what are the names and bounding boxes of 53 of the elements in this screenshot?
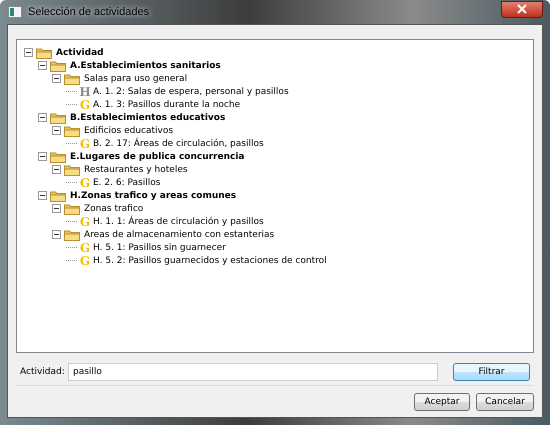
- tree-item[interactable]: B. 2. 17: Áreas de circulación, pasillos: [93, 138, 264, 148]
- folder-icon: [50, 112, 66, 124]
- badge-letter: G: [79, 138, 91, 150]
- collapse-icon[interactable]: [38, 113, 47, 122]
- tree-item[interactable]: A.Establecimientos sanitarios: [70, 60, 221, 70]
- folder-icon: [50, 150, 66, 162]
- accept-button[interactable]: Aceptar: [414, 393, 470, 411]
- folder-icon: [64, 202, 80, 214]
- folder-icon: [64, 164, 80, 176]
- badge-letter: G: [79, 176, 91, 188]
- tree-item[interactable]: Areas de almacenamiento con estanterias: [84, 230, 274, 240]
- folder-icon: [36, 46, 52, 58]
- folder-icon: [50, 60, 66, 72]
- tree-item[interactable]: H. 1. 1: Áreas de circulación y pasillos: [93, 216, 264, 226]
- collapse-icon[interactable]: [38, 61, 47, 70]
- badge-letter: G: [79, 242, 91, 254]
- collapse-icon[interactable]: [38, 191, 47, 200]
- tree-item[interactable]: A. 1. 2: Salas de espera, personal y pasillos: [93, 86, 289, 96]
- tree-item[interactable]: Salas para uso general: [84, 74, 188, 84]
- tree-item[interactable]: E. 2. 6: Pasillos: [93, 178, 160, 188]
- folder-icon: [50, 190, 66, 202]
- badge-letter: G: [79, 254, 91, 266]
- collapse-icon[interactable]: [24, 48, 33, 57]
- tree-item[interactable]: Restaurantes y hoteles: [84, 164, 188, 174]
- tree-item[interactable]: Actividad: [56, 48, 104, 58]
- close-button[interactable]: [501, 0, 543, 18]
- collapse-icon[interactable]: [52, 74, 61, 83]
- window-title: Selección de actividades: [28, 6, 150, 18]
- field-label: Actividad:: [20, 367, 66, 377]
- collapse-icon[interactable]: [52, 230, 61, 239]
- window-icon: [8, 6, 22, 18]
- tree-item[interactable]: Zonas trafico: [84, 204, 144, 214]
- collapse-icon[interactable]: [38, 152, 47, 161]
- folder-icon: [64, 72, 80, 84]
- filter-button[interactable]: Filtrar: [453, 363, 530, 381]
- cancel-button[interactable]: Cancelar: [476, 393, 534, 411]
- close-icon: [516, 4, 528, 14]
- badge-letter: G: [79, 98, 91, 110]
- tree-item[interactable]: H. 5. 2: Pasillos guarnecidos y estaciones de control: [93, 256, 327, 266]
- badge-letter: H: [79, 86, 91, 98]
- collapse-icon[interactable]: [52, 204, 61, 213]
- tree-item[interactable]: H. 5. 1: Pasillos sin guarnecer: [93, 242, 226, 252]
- tree-item[interactable]: Edificios educativos: [84, 126, 174, 136]
- folder-icon: [64, 124, 80, 136]
- tree-item[interactable]: B.Establecimientos educativos: [70, 112, 226, 122]
- folder-icon: [64, 228, 80, 240]
- collapse-icon[interactable]: [52, 126, 61, 135]
- tree-item[interactable]: E.Lugares de publica concurrencia: [70, 152, 244, 162]
- input-field[interactable]: pasillo: [68, 363, 438, 381]
- badge-letter: G: [79, 216, 91, 228]
- collapse-icon[interactable]: [52, 165, 61, 174]
- tree-item[interactable]: A. 1. 3: Pasillos durante la noche: [93, 100, 240, 110]
- tree-item[interactable]: H.Zonas trafico y areas comunes: [70, 190, 236, 200]
